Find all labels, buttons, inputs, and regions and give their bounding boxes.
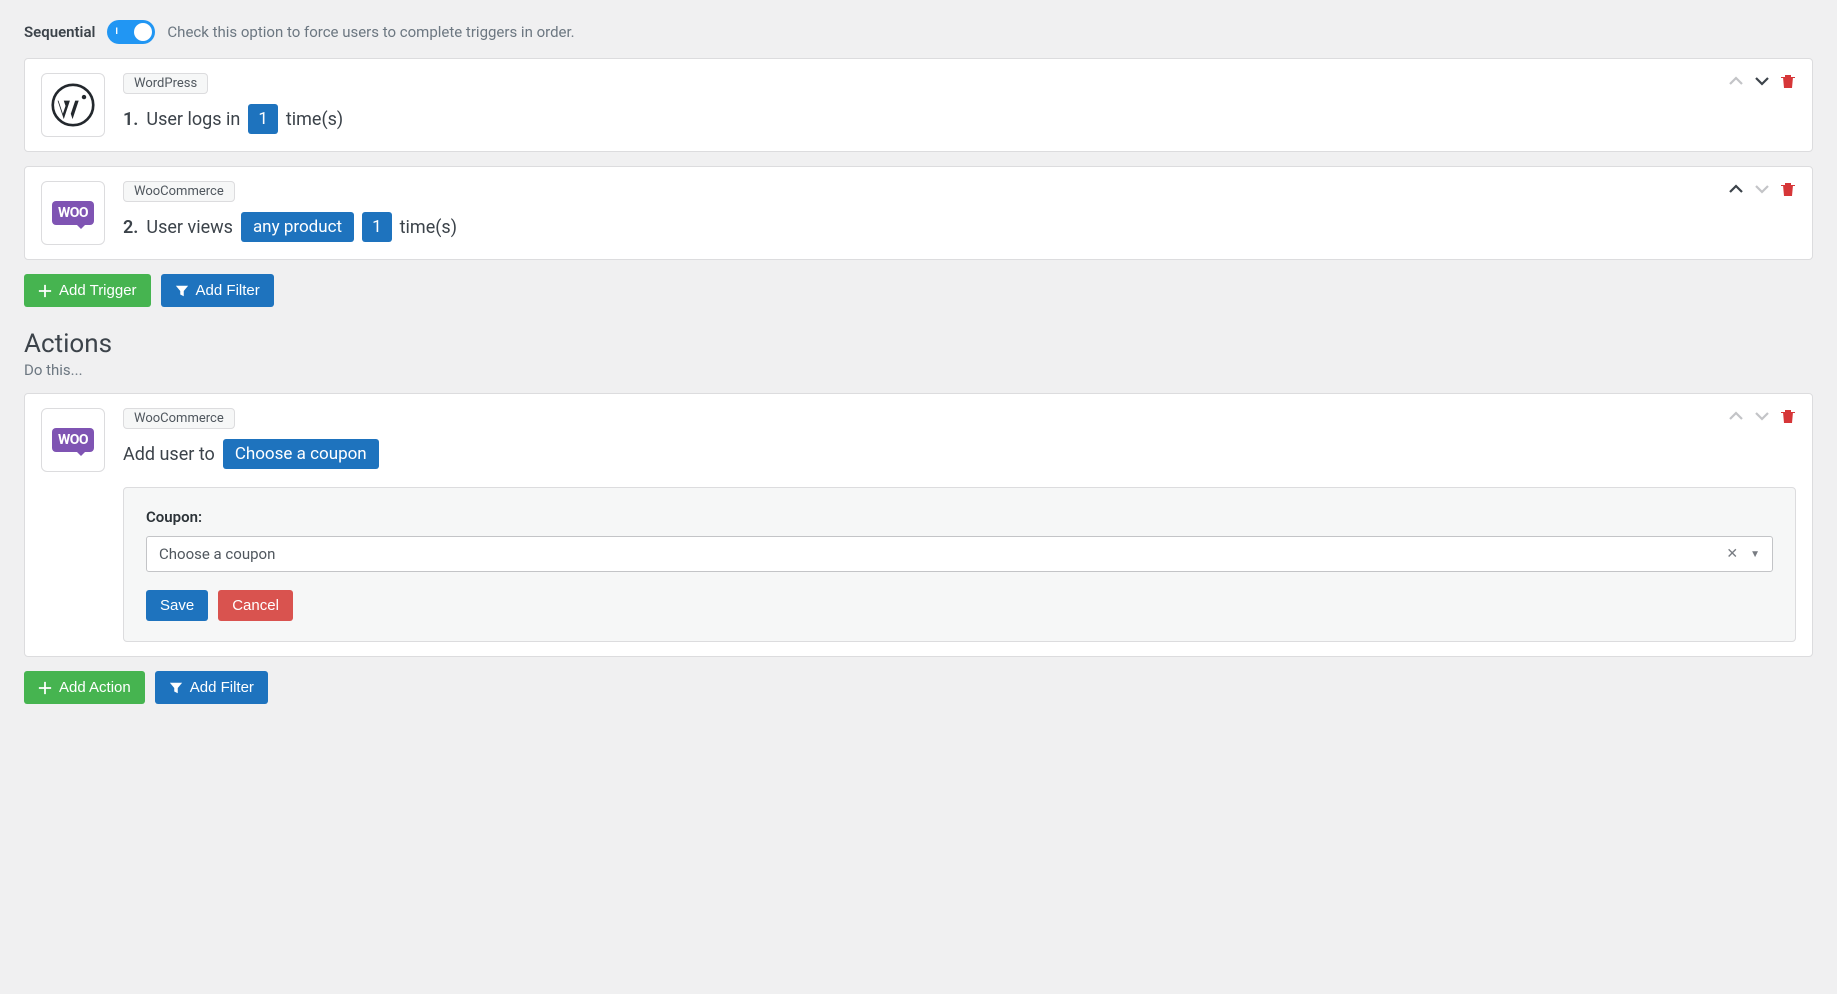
sequential-help: Check this option to force users to comp…	[167, 23, 574, 41]
trigger-post: time(s)	[286, 109, 343, 130]
add-trigger-button[interactable]: Add Trigger	[24, 274, 151, 307]
chevron-down-icon: ▼	[1750, 549, 1760, 560]
trash-icon[interactable]	[1780, 408, 1796, 424]
action-pre: Add user to	[123, 444, 215, 465]
coupon-select[interactable]: Choose a coupon ✕ ▼	[146, 536, 1773, 572]
trigger-value[interactable]: any product	[241, 212, 354, 242]
move-up-icon	[1728, 408, 1744, 424]
trigger-pre: User views	[146, 217, 233, 238]
toggle-knob	[134, 23, 152, 41]
trash-icon[interactable]	[1780, 73, 1796, 89]
cancel-button[interactable]: Cancel	[218, 590, 293, 621]
move-up-icon[interactable]	[1728, 181, 1744, 197]
sequential-label: Sequential	[24, 23, 95, 41]
woocommerce-icon: WOO	[41, 181, 105, 245]
trigger-pre: User logs in	[146, 109, 240, 130]
trigger-button-row: Add Trigger Add Filter	[24, 274, 1813, 307]
add-filter-label: Add Filter	[196, 282, 260, 299]
add-action-button[interactable]: Add Action	[24, 671, 145, 704]
action-value[interactable]: Choose a coupon	[223, 439, 379, 469]
clear-icon[interactable]: ✕	[1726, 546, 1738, 562]
config-panel: Coupon: Choose a coupon ✕ ▼ Save Cancel	[123, 487, 1796, 642]
trigger-sentence: 1. User logs in 1 time(s)	[123, 104, 1796, 134]
trigger-card: WordPress 1. User logs in 1 time(s)	[24, 58, 1813, 152]
add-filter-button[interactable]: Add Filter	[155, 671, 268, 704]
trigger-sentence: 2. User views any product 1 time(s)	[123, 212, 1796, 242]
action-sentence: Add user to Choose a coupon	[123, 439, 1796, 469]
woocommerce-icon: WOO	[41, 408, 105, 472]
sequential-row: Sequential I Check this option to force …	[24, 20, 1813, 44]
app-tag-wordpress: WordPress	[123, 73, 208, 94]
trigger-index: 2.	[123, 217, 138, 238]
actions-title: Actions	[24, 329, 1813, 359]
wordpress-icon	[41, 73, 105, 137]
move-down-icon	[1754, 181, 1770, 197]
actions-subtitle: Do this...	[24, 361, 1813, 379]
config-label: Coupon:	[146, 508, 1773, 526]
action-button-row: Add Action Add Filter	[24, 671, 1813, 704]
sequential-toggle[interactable]: I	[107, 20, 155, 44]
trash-icon[interactable]	[1780, 181, 1796, 197]
add-filter-label: Add Filter	[190, 679, 254, 696]
move-down-icon	[1754, 408, 1770, 424]
move-up-icon	[1728, 73, 1744, 89]
trigger-count[interactable]: 1	[362, 212, 392, 242]
add-trigger-label: Add Trigger	[59, 282, 137, 299]
add-filter-button[interactable]: Add Filter	[161, 274, 274, 307]
add-action-label: Add Action	[59, 679, 131, 696]
app-tag-woocommerce: WooCommerce	[123, 408, 235, 429]
move-down-icon[interactable]	[1754, 73, 1770, 89]
trigger-card: WOO WooCommerce 2. User views any produc…	[24, 166, 1813, 260]
trigger-value[interactable]: 1	[248, 104, 278, 134]
action-card: WOO WooCommerce Add user to Choose a cou…	[24, 393, 1813, 657]
trigger-index: 1.	[123, 109, 138, 130]
select-placeholder: Choose a coupon	[159, 545, 275, 563]
trigger-post: time(s)	[400, 217, 457, 238]
save-button[interactable]: Save	[146, 590, 208, 621]
app-tag-woocommerce: WooCommerce	[123, 181, 235, 202]
toggle-indicator: I	[115, 27, 118, 37]
